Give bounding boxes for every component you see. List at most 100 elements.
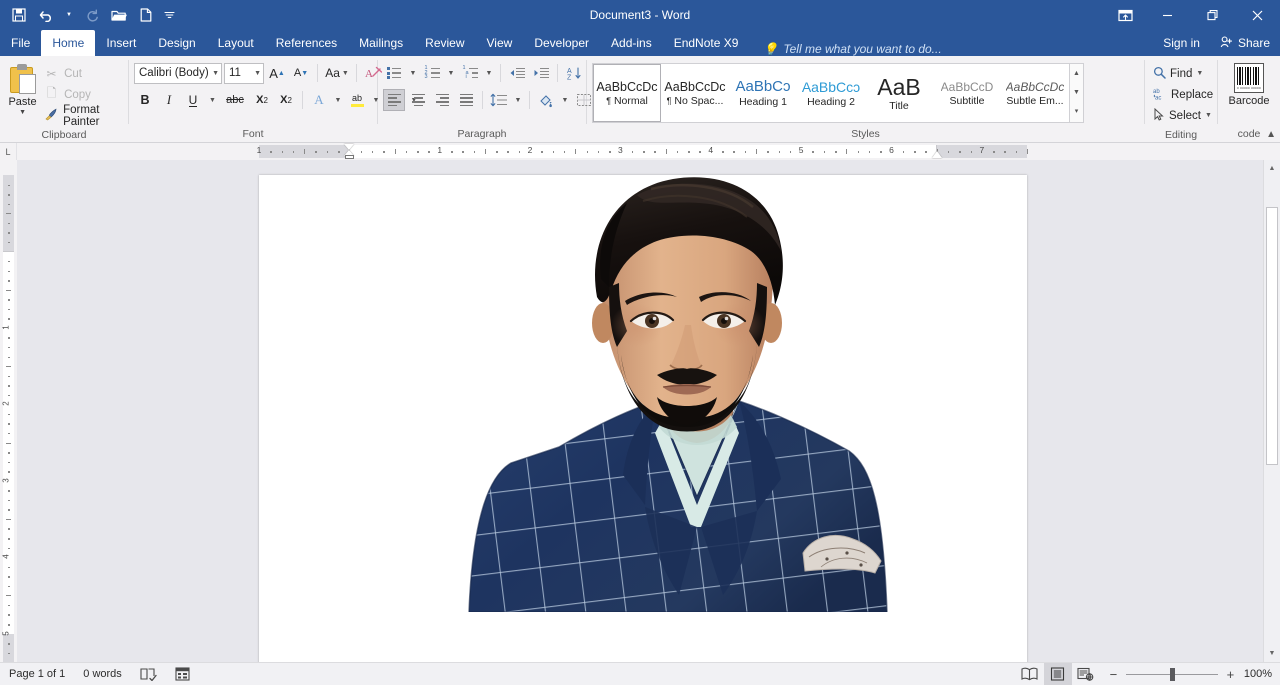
read-mode-button[interactable] <box>1016 663 1044 685</box>
decrease-indent-button[interactable] <box>506 62 528 84</box>
shading-dropdown-icon[interactable]: ▼ <box>559 89 571 111</box>
vertical-scrollbar[interactable]: ▲ ▼ <box>1263 160 1280 662</box>
text-effects-dropdown-icon[interactable]: ▼ <box>332 89 344 111</box>
select-dropdown-icon[interactable]: ▼ <box>1205 112 1212 119</box>
font-name-combobox[interactable]: Calibri (Body) ▼ <box>134 62 222 84</box>
multilevel-dropdown-icon[interactable]: ▼ <box>483 62 495 84</box>
zoom-control[interactable]: − + <box>1100 667 1244 682</box>
paste-button[interactable]: Paste ▼ <box>5 61 40 116</box>
undo-dropdown-icon[interactable]: ▼ <box>60 3 78 27</box>
cut-button[interactable]: ✂ Cut <box>40 63 123 84</box>
align-center-button[interactable] <box>407 89 429 111</box>
find-button[interactable]: Find ▼ <box>1150 63 1216 84</box>
line-spacing-button[interactable] <box>488 89 510 111</box>
style-subtle-emphasis[interactable]: AaBbCcDc Subtle Em... <box>1001 64 1069 122</box>
bullets-dropdown-icon[interactable]: ▼ <box>407 62 419 84</box>
scroll-down-icon[interactable]: ▼ <box>1264 645 1280 662</box>
document-image[interactable] <box>451 175 903 612</box>
justify-button[interactable] <box>455 89 477 111</box>
tab-stop-selector[interactable]: L <box>0 143 17 160</box>
right-indent-marker[interactable] <box>931 151 942 158</box>
style-heading-1[interactable]: AaBbCɔ Heading 1 <box>729 64 797 122</box>
underline-button[interactable]: U <box>182 89 204 111</box>
line-spacing-dropdown-icon[interactable]: ▼ <box>512 89 524 111</box>
styles-scrollbar[interactable]: ▲ ▼ ▾ <box>1069 64 1083 122</box>
font-size-combobox[interactable]: 11 ▼ <box>224 62 264 84</box>
styles-more-icon[interactable]: ▾ <box>1070 103 1083 121</box>
paste-dropdown-icon[interactable]: ▼ <box>19 109 26 116</box>
shrink-font-button[interactable]: A ▼ <box>290 62 312 84</box>
superscript-button[interactable]: X2 <box>275 89 297 111</box>
style-normal[interactable]: AaBbCcDc ¶ Normal <box>593 64 661 122</box>
accessibility-checker-icon[interactable] <box>166 663 200 685</box>
change-case-button[interactable]: Aa ▼ <box>323 62 351 84</box>
zoom-slider-thumb[interactable] <box>1169 667 1175 681</box>
style-title[interactable]: AaB Title <box>865 64 933 122</box>
tab-add-ins[interactable]: Add-ins <box>600 30 663 56</box>
underline-dropdown-icon[interactable]: ▼ <box>206 89 219 111</box>
zoom-in-button[interactable]: + <box>1225 667 1236 682</box>
tab-references[interactable]: References <box>265 30 348 56</box>
align-right-button[interactable] <box>431 89 453 111</box>
tab-layout[interactable]: Layout <box>207 30 265 56</box>
tab-review[interactable]: Review <box>414 30 475 56</box>
multilevel-list-button[interactable]: 1 a i <box>459 62 481 84</box>
increase-indent-button[interactable] <box>530 62 552 84</box>
customize-quick-access-toolbar-icon[interactable] <box>160 3 178 27</box>
styles-scroll-down-icon[interactable]: ▼ <box>1070 84 1083 102</box>
copy-button[interactable]: 🗋 Copy <box>40 84 123 105</box>
collapse-ribbon-icon[interactable]: ▲ <box>1266 129 1276 140</box>
vertical-ruler[interactable]: 1 2 3 4 5 <box>0 160 17 662</box>
proofing-errors-icon[interactable] <box>131 663 166 685</box>
horizontal-ruler[interactable]: 1 1 2 3 4 5 6 7 <box>17 143 1263 160</box>
tab-insert[interactable]: Insert <box>95 30 147 56</box>
tab-view[interactable]: View <box>476 30 524 56</box>
web-layout-button[interactable] <box>1072 663 1100 685</box>
scroll-track[interactable] <box>1264 177 1280 645</box>
style-no-spacing[interactable]: AaBbCcDc ¶ No Spac... <box>661 64 729 122</box>
ribbon-display-options-icon[interactable] <box>1105 0 1145 30</box>
scroll-up-icon[interactable]: ▲ <box>1264 160 1280 177</box>
grow-font-button[interactable]: A ▲ <box>266 62 288 84</box>
restore-button[interactable] <box>1190 0 1235 30</box>
sort-button[interactable]: AZ <box>563 62 585 84</box>
zoom-level[interactable]: 100% <box>1244 668 1280 680</box>
align-left-button[interactable] <box>383 89 405 111</box>
undo-icon[interactable] <box>33 3 59 27</box>
text-effects-button[interactable]: A <box>308 89 330 111</box>
numbering-dropdown-icon[interactable]: ▼ <box>445 62 457 84</box>
format-painter-button[interactable]: Format Painter <box>40 104 123 128</box>
italic-button[interactable]: I <box>158 89 180 111</box>
select-button[interactable]: Select ▼ <box>1150 105 1216 126</box>
zoom-out-button[interactable]: − <box>1108 667 1119 682</box>
numbering-button[interactable]: 1 2 3 <box>421 62 443 84</box>
document-page[interactable] <box>259 175 1027 662</box>
scroll-thumb[interactable] <box>1266 207 1278 465</box>
replace-button[interactable]: ab ac Replace <box>1150 84 1216 105</box>
tab-developer[interactable]: Developer <box>523 30 600 56</box>
style-subtitle[interactable]: AaBbCcD Subtitle <box>933 64 1001 122</box>
shading-button[interactable] <box>535 89 557 111</box>
open-icon[interactable] <box>106 3 132 27</box>
tab-file[interactable]: File <box>0 30 41 56</box>
close-button[interactable] <box>1235 0 1280 30</box>
text-highlight-button[interactable]: ab <box>346 89 368 111</box>
new-document-icon[interactable] <box>133 3 159 27</box>
zoom-slider-track[interactable] <box>1125 667 1218 681</box>
save-icon[interactable] <box>6 3 32 27</box>
sign-in-button[interactable]: Sign in <box>1153 36 1210 50</box>
tab-home[interactable]: Home <box>41 30 96 56</box>
styles-scroll-up-icon[interactable]: ▲ <box>1070 65 1083 83</box>
minimize-button[interactable] <box>1145 0 1190 30</box>
tab-endnote-x9[interactable]: EndNote X9 <box>663 30 750 56</box>
find-dropdown-icon[interactable]: ▼ <box>1196 70 1203 77</box>
page-indicator[interactable]: Page 1 of 1 <box>0 663 74 685</box>
tab-mailings[interactable]: Mailings <box>348 30 414 56</box>
style-heading-2[interactable]: AaBbCcɔ Heading 2 <box>797 64 865 122</box>
bold-button[interactable]: B <box>134 89 156 111</box>
tell-me-search[interactable]: 💡 Tell me what you want to do... <box>763 42 941 56</box>
share-button[interactable]: Share <box>1209 30 1280 56</box>
word-count[interactable]: 0 words <box>74 663 131 685</box>
bullets-button[interactable] <box>383 62 405 84</box>
document-canvas[interactable] <box>17 160 1263 662</box>
